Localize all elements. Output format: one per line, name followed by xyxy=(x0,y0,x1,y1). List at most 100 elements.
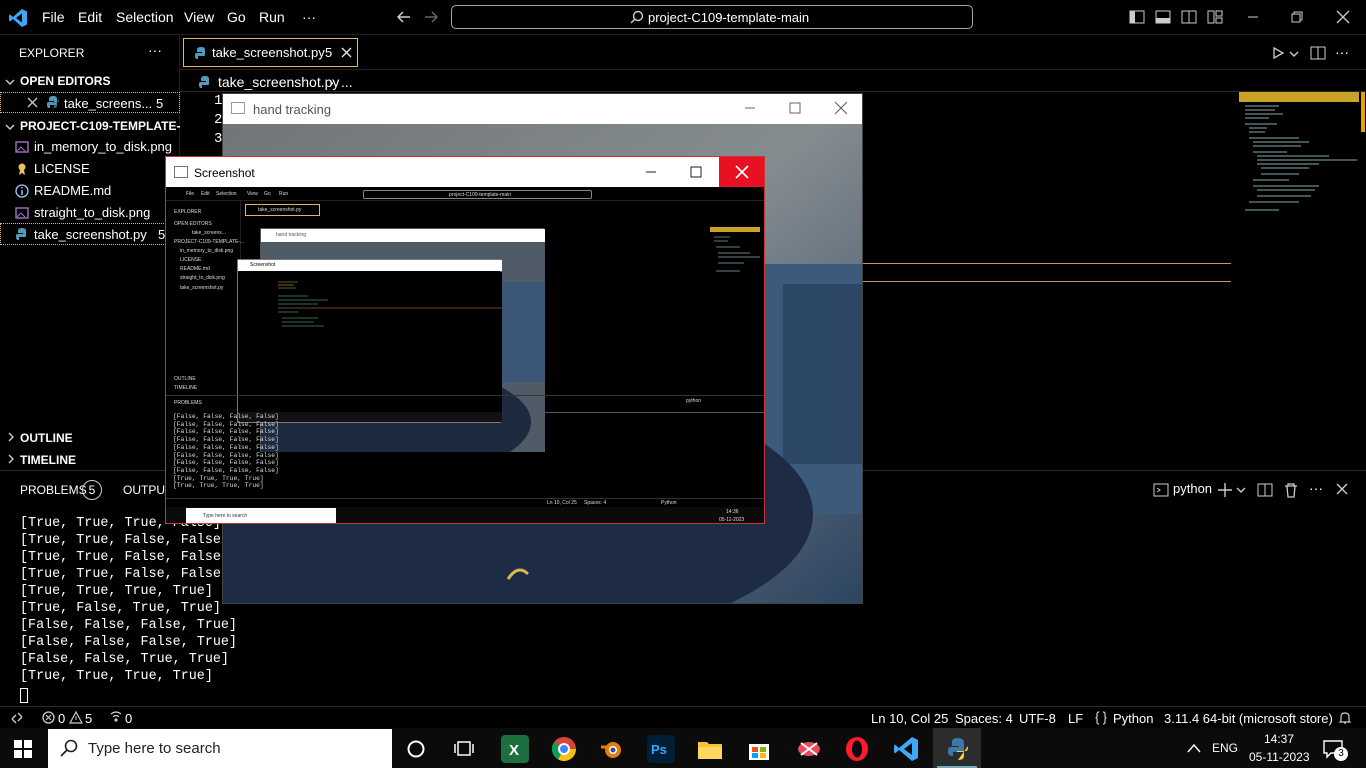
explorer-more-button[interactable]: ··· xyxy=(148,42,162,58)
task-view-icon[interactable] xyxy=(453,739,475,759)
terminal-cursor xyxy=(20,688,28,703)
close-icon[interactable] xyxy=(341,47,352,58)
blender-icon[interactable] xyxy=(598,735,626,763)
menu-go[interactable]: Go xyxy=(227,9,246,25)
bell-icon[interactable] xyxy=(1338,711,1352,725)
file-item[interactable]: straight_to_disk.png xyxy=(34,205,150,220)
snipping-tool-icon[interactable] xyxy=(795,735,823,763)
menu-more[interactable]: ··· xyxy=(302,9,316,25)
screenshot-window[interactable]: Screenshot File Edit Selection View Go R… xyxy=(165,156,765,524)
nested-tab-label: take_screenshot.py xyxy=(258,207,302,213)
excel-icon[interactable]: X xyxy=(501,735,529,763)
menu-selection[interactable]: Selection xyxy=(116,9,174,25)
file-explorer-icon[interactable] xyxy=(696,735,724,763)
taskbar-search-placeholder: Type here to search xyxy=(88,740,221,757)
clock-date[interactable]: 05-11-2023 xyxy=(1249,750,1310,764)
minimize-icon[interactable] xyxy=(743,101,757,115)
python-taskbar-icon[interactable] xyxy=(944,735,972,763)
chevron-down-icon[interactable] xyxy=(5,77,15,87)
photoshop-icon[interactable]: Ps xyxy=(647,735,675,763)
forward-arrow-icon[interactable] xyxy=(423,9,439,25)
restore-icon[interactable] xyxy=(1289,9,1305,25)
maximize-icon[interactable] xyxy=(788,101,802,115)
add-terminal-icon[interactable] xyxy=(1217,482,1233,498)
encoding[interactable]: UTF-8 xyxy=(1019,711,1056,726)
error-count[interactable]: 0 xyxy=(58,711,65,726)
close-icon[interactable] xyxy=(1335,9,1351,25)
chevron-down-icon[interactable] xyxy=(1236,485,1246,495)
trash-icon[interactable] xyxy=(1283,482,1299,498)
ports-count[interactable]: 0 xyxy=(125,711,132,726)
menu-run[interactable]: Run xyxy=(259,9,285,25)
breadcrumb-rest[interactable]: ... xyxy=(341,74,353,90)
warning-count[interactable]: 5 xyxy=(85,711,92,726)
vscode-taskbar-icon[interactable] xyxy=(892,735,920,763)
menu-view[interactable]: View xyxy=(184,9,214,25)
chevron-down-icon[interactable] xyxy=(5,122,15,132)
highlight-line xyxy=(863,263,1231,264)
open-editor-item[interactable]: take_screens... 5 xyxy=(0,92,180,113)
remote-icon[interactable] xyxy=(10,711,24,725)
cursor-position[interactable]: Ln 10, Col 25 xyxy=(871,711,948,726)
minimize-icon[interactable] xyxy=(644,165,658,179)
customize-layout-icon[interactable] xyxy=(1207,9,1223,25)
toggle-secondary-sidebar-icon[interactable] xyxy=(1181,9,1197,25)
back-arrow-icon[interactable] xyxy=(396,9,412,25)
chevron-right-icon[interactable] xyxy=(6,432,16,442)
project-folder-header[interactable]: PROJECT-C109-TEMPLATE-... xyxy=(20,119,190,133)
chevron-down-icon[interactable] xyxy=(1289,49,1299,59)
toggle-sidebar-icon[interactable] xyxy=(1129,9,1145,25)
maximize-icon[interactable] xyxy=(689,165,703,179)
screenshot-close-button[interactable] xyxy=(719,157,764,187)
close-icon[interactable] xyxy=(27,97,38,108)
command-center[interactable]: project-C109-template-main xyxy=(451,5,973,29)
line-endings[interactable]: LF xyxy=(1068,711,1083,726)
license-icon xyxy=(15,162,29,176)
terminal-line: [True, True, True, True] xyxy=(20,584,213,599)
run-icon[interactable] xyxy=(1271,46,1285,60)
cortana-icon[interactable] xyxy=(406,739,426,759)
file-item[interactable]: README.md xyxy=(34,183,111,198)
opera-icon[interactable] xyxy=(843,735,871,763)
file-item-selected[interactable]: take_screenshot.py 5 xyxy=(0,223,180,245)
nested-time: 14:36 xyxy=(726,509,739,515)
python-interpreter[interactable]: 3.11.4 64-bit (microsoft store) xyxy=(1164,711,1333,726)
tab-take-screenshot[interactable]: take_screenshot.py 5 xyxy=(183,38,358,67)
outline-header[interactable]: OUTLINE xyxy=(20,431,73,445)
indentation[interactable]: Spaces: 4 xyxy=(955,711,1013,726)
open-editors-header[interactable]: OPEN EDITORS xyxy=(20,74,110,88)
menu-file[interactable]: File xyxy=(42,9,65,25)
chrome-icon[interactable] xyxy=(550,735,578,763)
nested-search: Type here to search xyxy=(186,508,336,523)
menu-edit[interactable]: Edit xyxy=(78,9,102,25)
close-icon[interactable] xyxy=(834,101,848,115)
nested-hand-title: hand tracking xyxy=(276,232,307,238)
terminal-name[interactable]: python xyxy=(1173,481,1212,496)
language-indicator[interactable]: ENG xyxy=(1212,741,1238,755)
minimize-icon[interactable] xyxy=(1245,9,1261,25)
python-icon xyxy=(15,227,29,241)
language-mode[interactable]: Python xyxy=(1113,711,1153,726)
split-editor-icon[interactable] xyxy=(1310,45,1326,61)
nested-statusbar: Ln 10, Col 25 Spaces: 4 Python xyxy=(166,498,764,506)
file-item[interactable]: LICENSE xyxy=(34,161,90,176)
file-item[interactable]: in_memory_to_disk.png xyxy=(34,139,172,154)
status-bar: 0 5 0 Ln 10, Col 25 Spaces: 4 UTF-8 LF P… xyxy=(0,706,1366,728)
taskbar-search[interactable]: Type here to search xyxy=(48,729,392,768)
clock-time[interactable]: 14:37 xyxy=(1264,732,1294,746)
chevron-right-icon[interactable] xyxy=(6,454,16,464)
editor-more-button[interactable]: ··· xyxy=(1335,44,1349,60)
toggle-panel-icon[interactable] xyxy=(1155,9,1171,25)
nested-terminal-line: [True, True, True, True] xyxy=(173,474,264,482)
minimap[interactable] xyxy=(1239,92,1365,222)
tab-problems[interactable]: PROBLEMS xyxy=(20,483,87,497)
chevron-up-icon[interactable] xyxy=(1187,742,1201,754)
store-icon[interactable] xyxy=(745,735,773,763)
breadcrumb-file[interactable]: take_screenshot.py xyxy=(218,74,339,90)
close-panel-icon[interactable] xyxy=(1336,483,1348,495)
split-terminal-icon[interactable] xyxy=(1257,482,1273,498)
windows-start-icon[interactable] xyxy=(14,740,32,758)
panel-more-button[interactable]: ··· xyxy=(1309,480,1323,496)
minimap-scrollbar[interactable] xyxy=(1361,92,1365,132)
timeline-header[interactable]: TIMELINE xyxy=(20,453,76,467)
